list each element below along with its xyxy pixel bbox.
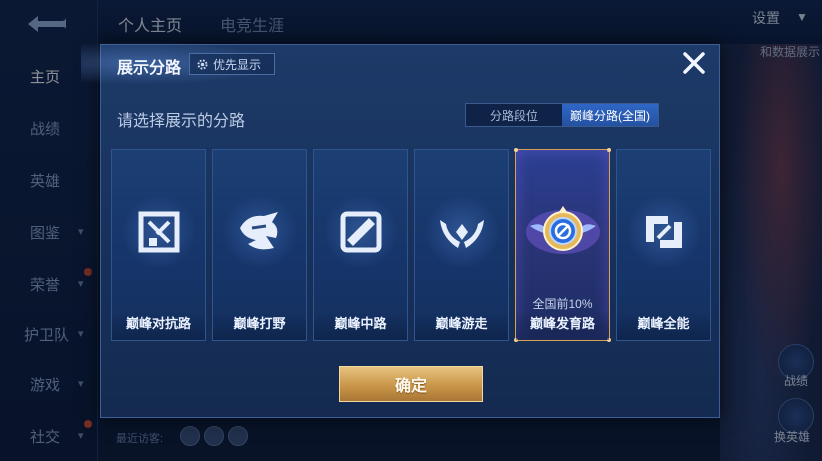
golden-target-badge-icon (526, 206, 600, 254)
lane-card-all-round[interactable]: 巅峰全能 (616, 149, 711, 341)
priority-display-button[interactable]: 优先显示 (189, 53, 275, 75)
lane-card-label: 巅峰发育路 (529, 316, 595, 331)
lane-card-label: 巅峰打野 (233, 316, 286, 331)
lane-card-label: 巅峰游走 (435, 316, 488, 331)
wings-icon (440, 220, 484, 248)
dialog-title: 展示分路 (117, 60, 182, 77)
corner-marker (607, 148, 611, 152)
gear-icon (197, 58, 208, 70)
lane-type-toggle: 分路段位 巅峰分路(全国) (465, 103, 659, 127)
lane-card-label: 巅峰全能 (637, 316, 690, 331)
dragon-icon (240, 212, 278, 250)
lane-card-mid[interactable]: 巅峰中路 (313, 149, 408, 341)
lane-display-dialog: 展示分路 优先显示 请选择展示的分路 分路段位 巅峰分路(全国) 巅峰对抗路 巅… (81, 41, 720, 418)
lane-card-label: 巅峰中路 (334, 316, 387, 331)
confirm-button[interactable]: 确定 (339, 366, 483, 402)
dialog-subtitle: 请选择展示的分路 (117, 113, 246, 130)
corner-marker (514, 148, 518, 152)
interlock-icon (646, 216, 682, 248)
lane-rank-text: 全国前10% (532, 297, 593, 311)
lane-card-support[interactable]: 巅峰游走 (414, 149, 509, 341)
priority-display-label: 优先显示 (213, 57, 262, 72)
lane-card-top[interactable]: 巅峰对抗路 (111, 149, 206, 341)
lane-card-adc[interactable]: 全国前10% 巅峰发育路 (514, 148, 611, 342)
close-icon[interactable] (681, 50, 707, 76)
lane-card-jungle[interactable]: 巅峰打野 (212, 149, 307, 341)
staff-icon (340, 211, 382, 253)
tab-peak-lane-national[interactable]: 巅峰分路(全国) (562, 104, 658, 126)
tab-lane-rank[interactable]: 分路段位 (466, 104, 562, 126)
sword-crossed-icon (138, 211, 180, 253)
lane-card-label: 巅峰对抗路 (125, 316, 191, 331)
